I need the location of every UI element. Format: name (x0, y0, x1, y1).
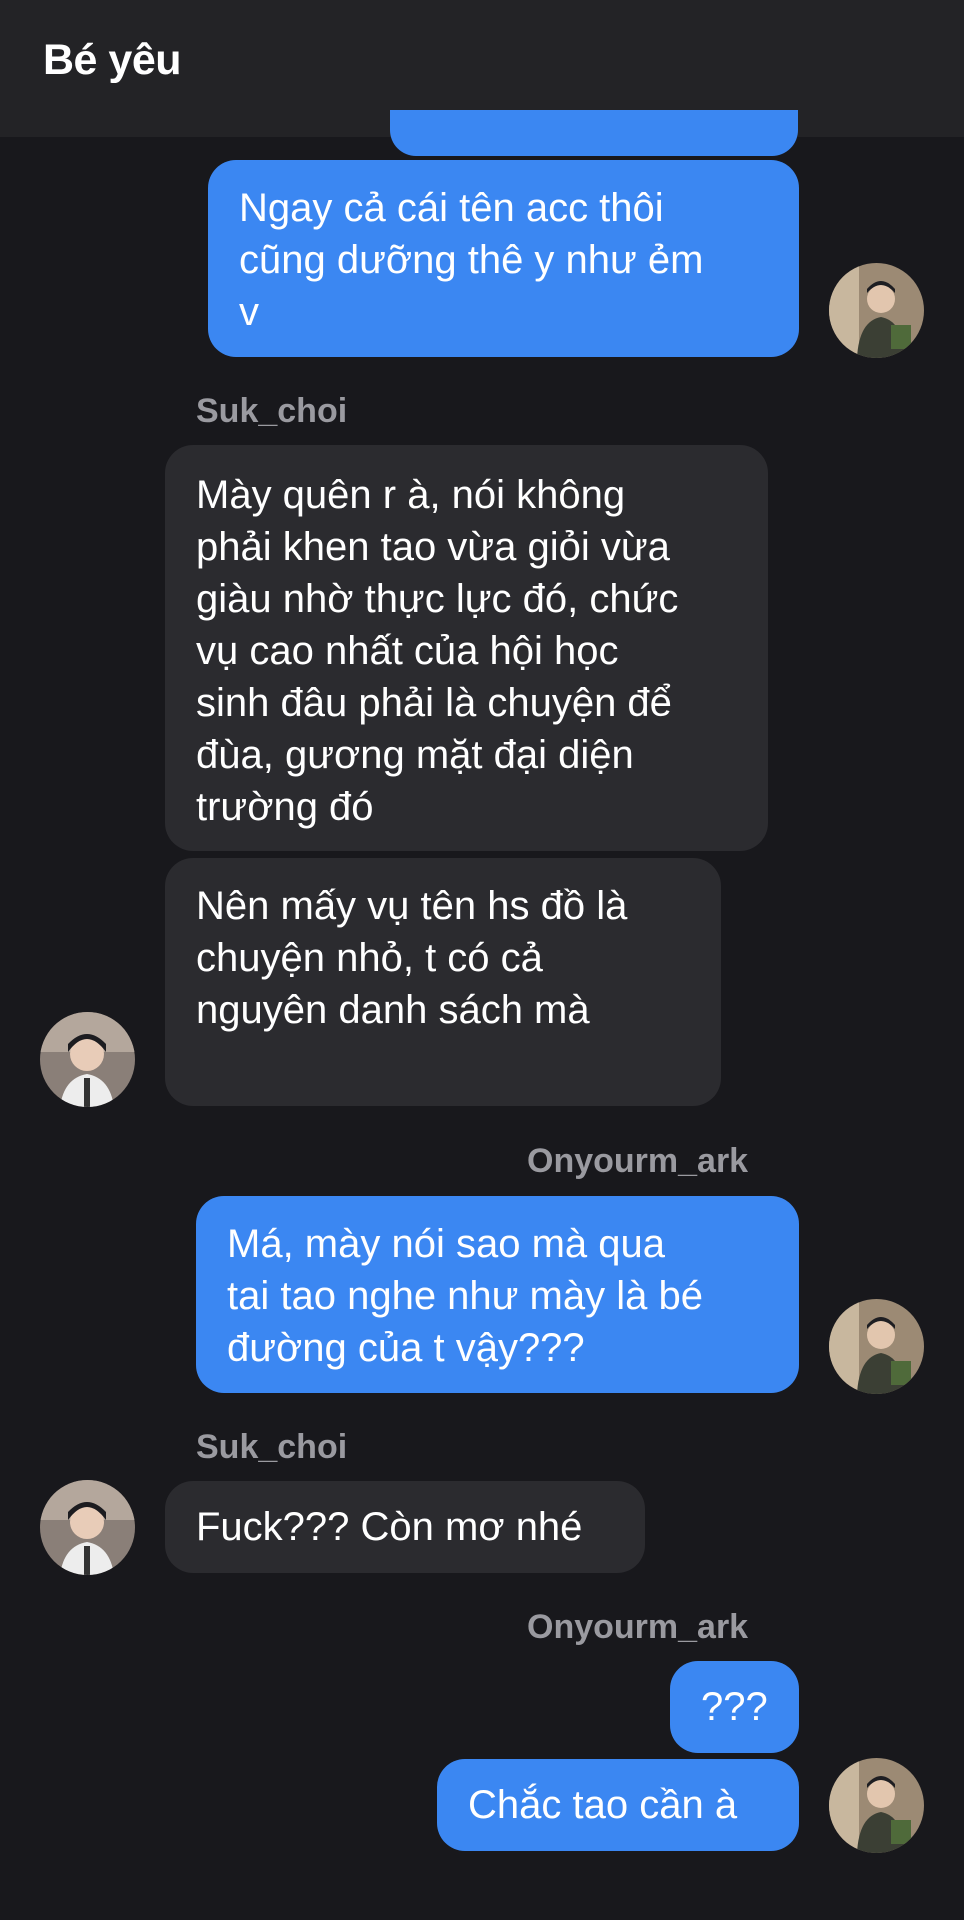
message-bubble-partial (390, 110, 798, 156)
chat-title[interactable]: Bé yêu (43, 36, 182, 85)
sender-name: Onyourm_ark (527, 1142, 749, 1180)
message-bubble-outgoing[interactable]: Chắc tao cần à (437, 1759, 799, 1851)
contact-avatar[interactable] (40, 1480, 135, 1575)
message-bubble-outgoing[interactable]: Má, mày nói sao mà qua tai tao nghe như … (196, 1196, 799, 1393)
my-avatar[interactable] (829, 1758, 924, 1853)
message-bubble-incoming[interactable]: Nên mấy vụ tên hs đồ là chuyện nhỏ, t có… (165, 858, 721, 1106)
sender-name: Suk_choi (196, 1428, 348, 1466)
message-bubble-incoming[interactable]: Fuck??? Còn mơ nhé (165, 1481, 645, 1573)
message-bubble-outgoing[interactable]: ??? (670, 1661, 799, 1753)
my-avatar[interactable] (829, 1299, 924, 1394)
message-bubble-incoming[interactable]: Mày quên r à, nói không phải khen tao vừ… (165, 445, 768, 851)
my-avatar[interactable] (829, 263, 924, 358)
sender-name: Onyourm_ark (527, 1608, 749, 1646)
contact-avatar[interactable] (40, 1012, 135, 1107)
message-bubble-outgoing[interactable]: Ngay cả cái tên acc thôi cũng dưỡng thê … (208, 160, 799, 357)
sender-name: Suk_choi (196, 392, 348, 430)
